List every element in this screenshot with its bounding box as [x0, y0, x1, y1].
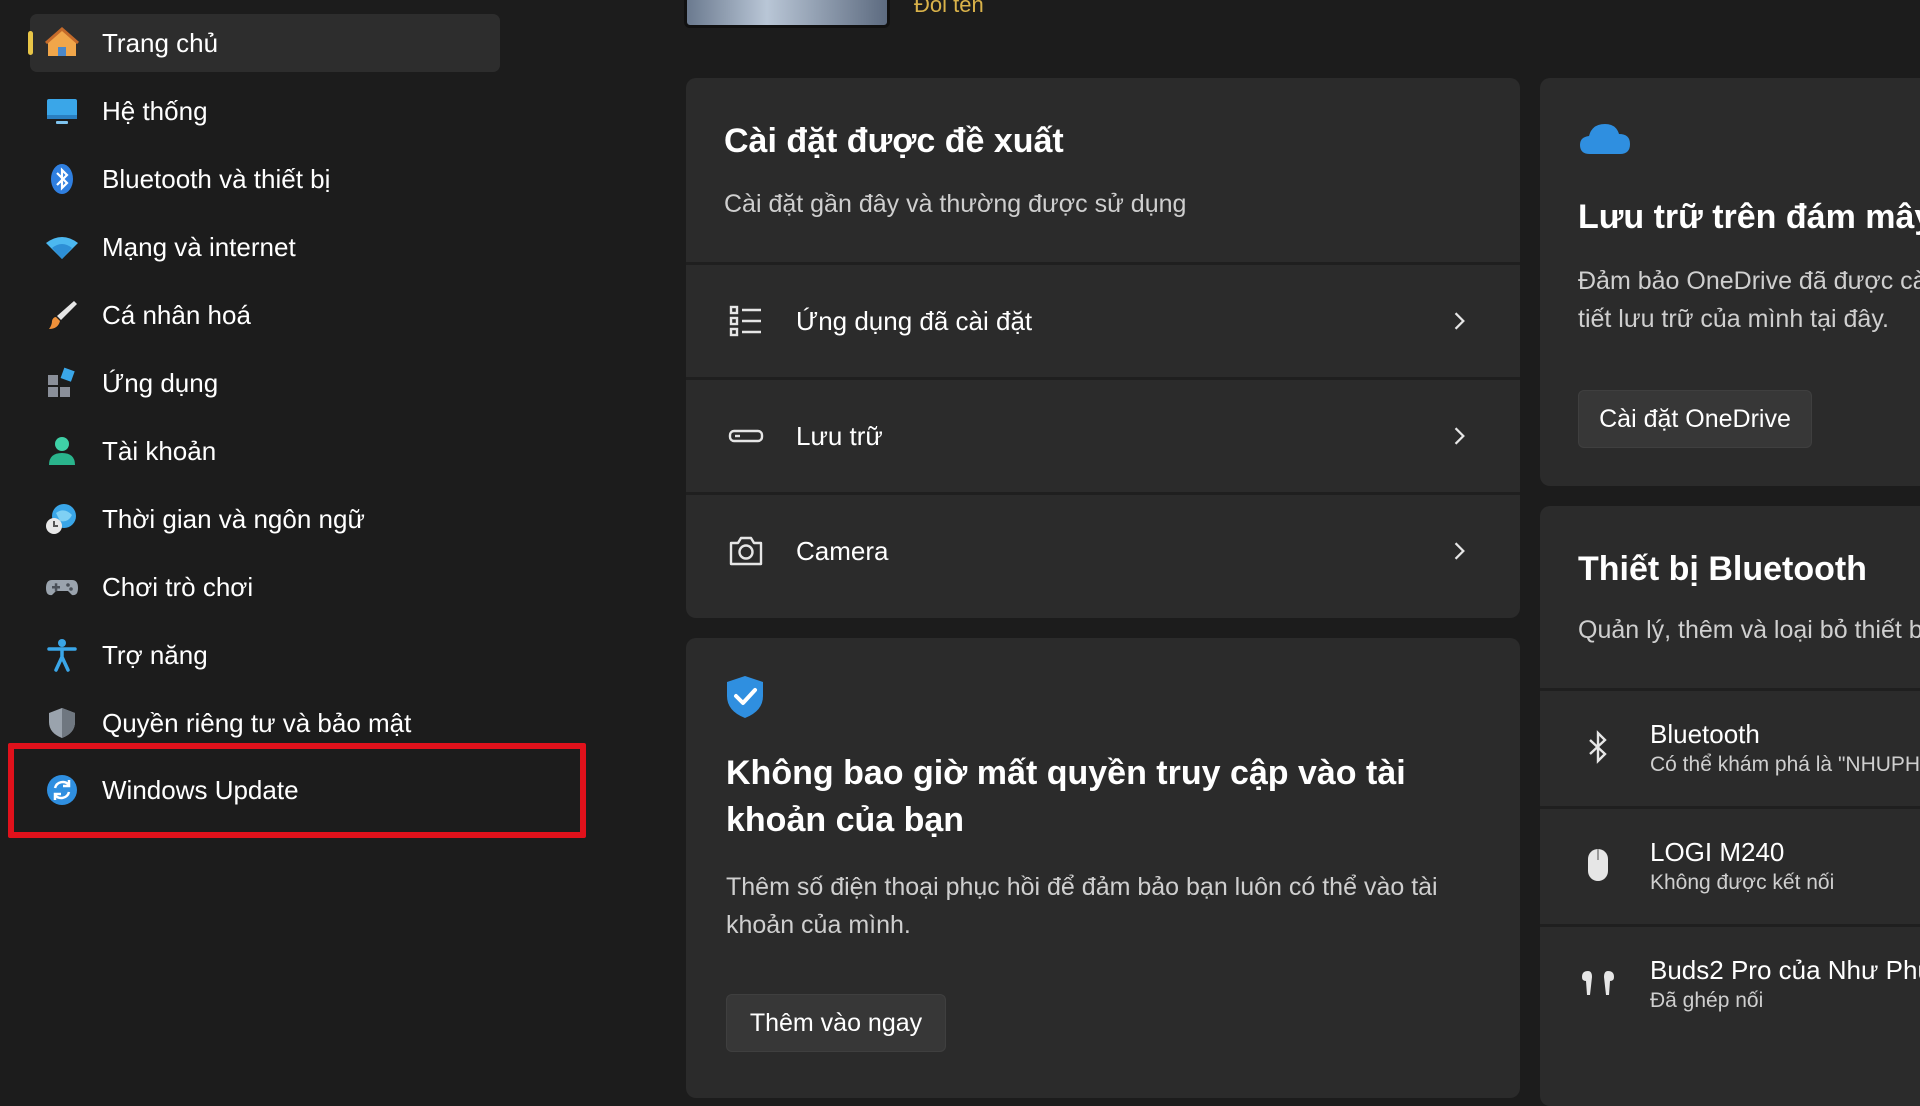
sidebar-item-bluetooth[interactable]: Bluetooth và thiết bị: [30, 150, 500, 208]
onedrive-cloud-icon: [1578, 120, 1632, 156]
bluetooth-symbol-icon: [1578, 727, 1618, 767]
sidebar-item-network[interactable]: Mạng và internet: [30, 218, 500, 276]
accessibility-icon: [44, 637, 80, 673]
sidebar-item-label: Trang chủ: [102, 27, 219, 58]
device-row-bluetooth[interactable]: Bluetooth Có thể khám phá là "NHUPHUONG": [1540, 691, 1920, 803]
sidebar-item-label: Mạng và internet: [102, 231, 296, 262]
sidebar-item-label: Trợ năng: [102, 639, 208, 670]
bluetooth-devices-card: Thiết bị Bluetooth Quản lý, thêm và loại…: [1540, 506, 1920, 1106]
mouse-icon: [1578, 845, 1618, 885]
rename-link[interactable]: Đổi tên: [914, 0, 984, 18]
account-icon: [44, 433, 80, 469]
row-label: Camera: [796, 535, 889, 566]
device-status: Có thể khám phá là "NHUPHUONG": [1650, 753, 1920, 776]
sidebar-item-label: Bluetooth và thiết bị: [102, 163, 331, 194]
chevron-right-icon: [1444, 421, 1474, 451]
account-card-body-line2: khoản của mình.: [726, 911, 911, 939]
sidebar-item-system[interactable]: Hệ thống: [30, 82, 500, 140]
sidebar-item-label: Hệ thống: [102, 95, 208, 126]
bluetooth-icon: [44, 161, 80, 197]
row-label: Lưu trữ: [796, 420, 883, 451]
sidebar-item-label: Thời gian và ngôn ngữ: [102, 503, 365, 534]
row-camera[interactable]: Camera: [686, 495, 1520, 607]
sidebar-item-label: Ứng dụng: [102, 367, 219, 398]
row-storage[interactable]: Lưu trữ: [686, 380, 1520, 492]
device-name: Buds2 Pro của Như Phương: [1650, 955, 1920, 985]
device-status: Đã ghép nối: [1650, 989, 1764, 1012]
apps-icon: [44, 365, 80, 401]
add-now-button[interactable]: Thêm vào ngay: [726, 994, 946, 1052]
sidebar-item-label: Cá nhân hoá: [102, 299, 251, 330]
chevron-right-icon: [1444, 536, 1474, 566]
gamepad-icon: [44, 569, 80, 605]
highlight-box: [8, 743, 586, 838]
recommended-subtitle: Cài đặt gần đây và thường được sử dụng: [724, 190, 1187, 218]
recommended-title: Cài đặt được đề xuất: [724, 122, 1064, 160]
camera-icon: [726, 531, 766, 571]
sidebar-item-label: Tài khoản: [102, 435, 217, 466]
cloud-card-body-line1: Đảm bảo OneDrive đã được cài: [1578, 267, 1920, 295]
sidebar-item-gaming[interactable]: Chơi trò chơi: [30, 558, 500, 616]
sidebar-item-personalization[interactable]: Cá nhân hoá: [30, 286, 500, 344]
device-thumbnail: [684, 0, 890, 28]
sidebar-item-apps[interactable]: Ứng dụng: [30, 354, 500, 412]
setup-onedrive-button[interactable]: Cài đặt OneDrive: [1578, 390, 1812, 448]
row-label: Ứng dụng đã cài đặt: [796, 305, 1033, 336]
shield-check-icon: [724, 674, 766, 720]
chevron-right-icon: [1444, 306, 1474, 336]
storage-icon: [726, 416, 766, 456]
account-card-body-line1: Thêm số điện thoại phục hồi để đảm bảo b…: [726, 873, 1438, 901]
device-status: Không được kết nối: [1650, 871, 1835, 894]
cloud-card-title: Lưu trữ trên đám mây: [1578, 198, 1920, 236]
device-name: Bluetooth: [1650, 719, 1760, 749]
recommended-settings-card: Cài đặt được đề xuất Cài đặt gần đây và …: [686, 78, 1520, 618]
row-installed-apps[interactable]: Ứng dụng đã cài đặt: [686, 265, 1520, 377]
bluetooth-card-subtitle: Quản lý, thêm và loại bỏ thiết bị: [1578, 616, 1920, 644]
sidebar-item-label: Quyền riêng tư và bảo mật: [102, 707, 412, 738]
sidebar-item-accounts[interactable]: Tài khoản: [30, 422, 500, 480]
device-row-earbuds[interactable]: Buds2 Pro của Như Phương Đã ghép nối: [1540, 927, 1920, 1039]
active-indicator: [28, 31, 33, 55]
home-icon: [44, 25, 80, 61]
account-recovery-card: Không bao giờ mất quyền truy cập vào tài…: [686, 638, 1520, 1098]
bluetooth-card-title: Thiết bị Bluetooth: [1578, 550, 1867, 588]
brush-icon: [44, 297, 80, 333]
cloud-card-body-line2: tiết lưu trữ của mình tại đây.: [1578, 305, 1889, 333]
sidebar: Trang chủ Hệ thống Bluetooth và thiết bị…: [0, 0, 640, 1080]
sidebar-item-home[interactable]: Trang chủ: [28, 14, 500, 72]
system-icon: [44, 93, 80, 129]
wifi-icon: [44, 229, 80, 265]
sidebar-item-accessibility[interactable]: Trợ năng: [30, 626, 500, 684]
account-card-title-line2: khoản của bạn: [726, 801, 965, 839]
shield-icon: [44, 705, 80, 741]
sidebar-item-time-language[interactable]: Thời gian và ngôn ngữ: [30, 490, 500, 548]
list-icon: [726, 301, 766, 341]
earbuds-icon: [1578, 963, 1618, 1003]
device-name: LOGI M240: [1650, 837, 1785, 867]
account-card-title-line1: Không bao giờ mất quyền truy cập vào tài: [726, 754, 1406, 792]
sidebar-item-label: Chơi trò chơi: [102, 571, 254, 602]
device-row-mouse[interactable]: LOGI M240 Không được kết nối: [1540, 809, 1920, 921]
cloud-storage-card: Lưu trữ trên đám mây Đảm bảo OneDrive đã…: [1540, 78, 1920, 486]
time-language-icon: [44, 501, 80, 537]
